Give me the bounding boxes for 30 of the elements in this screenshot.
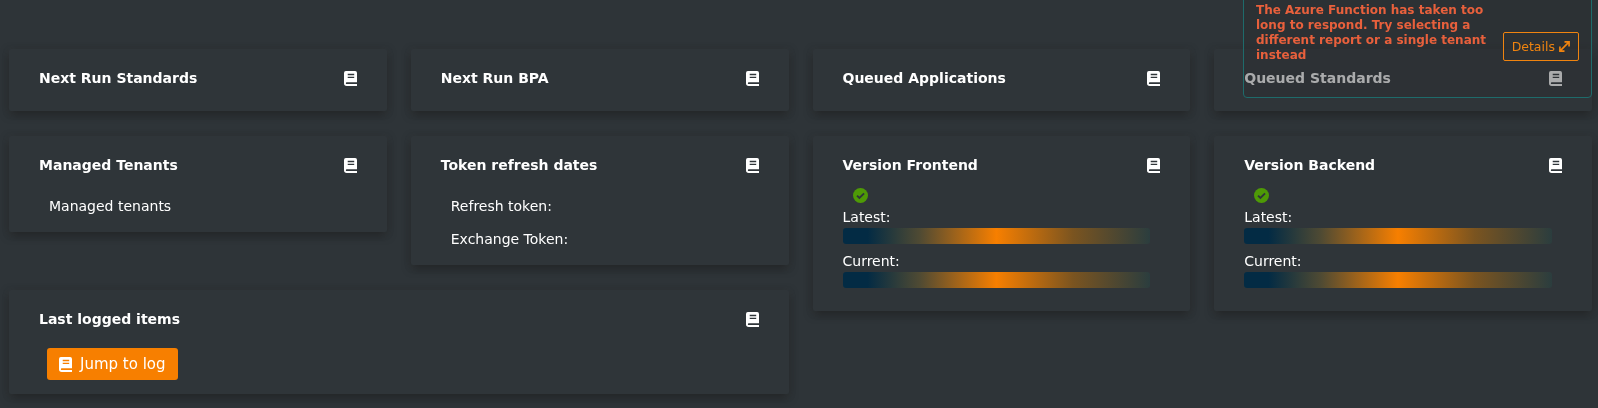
- card-title: Version Backend: [1244, 157, 1376, 173]
- book-icon: [1549, 70, 1562, 86]
- book-icon: [745, 311, 759, 327]
- card-title: Managed Tenants: [39, 157, 178, 173]
- book-icon: [745, 70, 759, 86]
- book-icon: [1147, 157, 1161, 173]
- version-label: Current:: [1244, 253, 1302, 269]
- card-title: Next Run Standards: [39, 70, 198, 86]
- version-label: Latest:: [1244, 209, 1293, 225]
- card-title: Queued Applications: [842, 70, 1006, 86]
- card-title: Queued Standards: [1244, 70, 1391, 86]
- expand-icon: [1559, 41, 1570, 52]
- book-icon: [343, 157, 357, 173]
- book-icon: [1549, 157, 1562, 173]
- card-title: Version Frontend: [842, 157, 978, 173]
- version-label: Current:: [842, 253, 900, 269]
- error-message: The Azure Function has taken too long to respond. Try selecting a different report or a single tenant instead: [1256, 3, 1488, 63]
- card-title: Next Run BPA: [440, 70, 549, 86]
- card-text: Managed tenants: [49, 198, 172, 214]
- jump-to-log-button[interactable]: Jump to log: [47, 348, 178, 380]
- version-label: Latest:: [842, 209, 891, 225]
- book-icon: [343, 70, 357, 86]
- card-title: Last logged items: [39, 311, 181, 327]
- book-icon: [1147, 70, 1161, 86]
- details-button[interactable]: Details: [1502, 32, 1579, 61]
- book-icon: [59, 356, 72, 372]
- book-icon: [745, 157, 759, 173]
- card-text: Refresh token:: [450, 198, 552, 214]
- card-title: Token refresh dates: [440, 157, 598, 173]
- card-text: Exchange Token:: [450, 231, 569, 247]
